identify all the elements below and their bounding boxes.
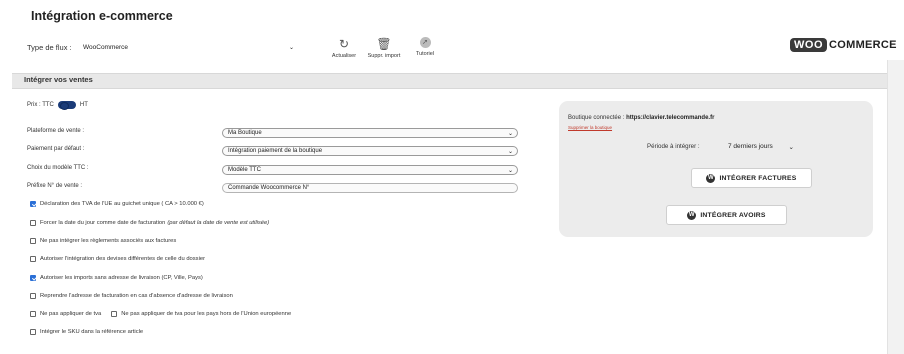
flux-type-value: WooCommerce [83, 43, 129, 51]
wordpress-icon: W [706, 173, 716, 183]
price-mode-toggle-row: Prix : TTC HT [27, 101, 88, 110]
integrate-invoices-button[interactable]: W INTÉGRER FACTURES [691, 168, 812, 188]
option-label: Intégrer le SKU dans la référence articl… [40, 329, 144, 335]
price-ht-label: HT [79, 102, 88, 108]
option-row[interactable]: Intégrer le SKU dans la référence articl… [30, 329, 143, 335]
checkbox[interactable] [30, 238, 36, 244]
option-label: Reprendre l'adresse de facturation en ca… [40, 293, 233, 299]
model-value: Modèle TTC [228, 167, 261, 173]
price-mode-toggle[interactable] [57, 101, 76, 110]
period-label: Période à intégrer : [647, 143, 700, 150]
option-note: (par défaut la date de vente est utilisé… [167, 220, 270, 226]
connected-shop-url: https://clavier.telecommande.fr [626, 115, 715, 121]
checkbox[interactable] [30, 293, 36, 299]
tutorial-label: Tutoriel [415, 51, 435, 57]
checkbox[interactable] [30, 256, 36, 262]
section-header: Intégrer vos ventes [12, 73, 887, 89]
shop-panel: Boutique connectée : https://clavier.tel… [559, 101, 873, 237]
platform-label: Plateforme de vente : [27, 128, 85, 134]
chevron-down-icon: ⌄ [507, 167, 513, 174]
woocommerce-logo: WOO COMMERCE [790, 38, 897, 52]
price-ttc-label: Prix : TTC [27, 102, 54, 108]
refresh-button[interactable]: ↻ Actualiser [328, 37, 360, 59]
scrollbar-track[interactable] [887, 60, 904, 354]
woo-logo-mark: WOO [790, 38, 827, 52]
model-select[interactable]: Modèle TTC ⌄ [222, 165, 518, 175]
model-label: Choix du modèle TTC : [27, 165, 89, 171]
section-title: Intégrer vos ventes [24, 75, 93, 84]
checkbox-checked[interactable] [30, 275, 36, 281]
option-label: Autoriser l'intégration des devises diff… [40, 256, 206, 262]
option-row[interactable]: Autoriser l'intégration des devises diff… [30, 256, 205, 262]
integrate-credits-label: INTÉGRER AVOIRS [700, 211, 766, 219]
option-row[interactable]: Ne pas appliquer de tva Ne pas appliquer… [30, 311, 291, 317]
tutorial-button[interactable]: ➚ Tutoriel [410, 37, 440, 57]
option-label: Ne pas appliquer de tva pour les pays ho… [121, 311, 292, 317]
option-row[interactable]: Forcer la date du jour comme date de fac… [30, 220, 269, 226]
platform-select[interactable]: Ma Boutique ⌄ [222, 128, 518, 138]
option-row[interactable]: Autoriser les imports sans adresse de li… [30, 275, 203, 281]
option-label: Ne pas intégrer les règlements associés … [40, 238, 177, 244]
checkbox[interactable] [30, 220, 36, 226]
option-row[interactable]: Déclaration des TVA de l'UE au guichet u… [30, 201, 204, 207]
connected-shop-label: Boutique connectée : [568, 115, 625, 121]
delete-import-label: Suppr. import [367, 53, 401, 59]
chevron-down-icon: ⌄ [507, 130, 513, 137]
integrate-invoices-label: INTÉGRER FACTURES [719, 174, 797, 182]
remove-shop-link[interactable]: Supprimer la boutique [568, 125, 612, 130]
platform-value: Ma Boutique [228, 130, 262, 136]
option-label: Forcer la date du jour comme date de fac… [40, 220, 166, 226]
prefix-input[interactable]: Commande Woocommerce N° [222, 183, 518, 193]
option-label: Déclaration des TVA de l'UE au guichet u… [40, 201, 204, 207]
woo-logo-text: COMMERCE [829, 39, 897, 51]
refresh-icon: ↻ [338, 37, 350, 51]
option-label: Ne pas appliquer de tva [40, 311, 102, 317]
checkbox-checked[interactable] [30, 201, 36, 207]
prefix-label: Préfixe N° de vente : [27, 183, 83, 189]
wordpress-icon: W [687, 210, 697, 220]
payment-label: Paiement par défaut : [27, 146, 85, 152]
flux-type-label: Type de flux : [27, 43, 72, 52]
checkbox[interactable] [111, 311, 118, 317]
delete-import-button[interactable]: 🗑 Suppr. import [363, 37, 405, 59]
payment-select[interactable]: Intégration paiement de la boutique ⌄ [222, 146, 518, 156]
trash-icon: 🗑 [376, 37, 392, 51]
checkbox[interactable] [30, 311, 36, 317]
option-label: Autoriser les imports sans adresse de li… [40, 275, 203, 281]
compass-icon: ➚ [419, 37, 431, 48]
checkbox[interactable] [30, 329, 36, 335]
chevron-down-icon: ⌄ [507, 148, 513, 155]
connected-shop: Boutique connectée : https://clavier.tel… [568, 115, 714, 121]
integrate-credits-button[interactable]: W INTÉGRER AVOIRS [666, 205, 787, 225]
period-value: 7 derniers jours [728, 143, 773, 150]
chevron-down-icon: ⌄ [288, 44, 294, 51]
page-title: Intégration e-commerce [31, 9, 173, 23]
flux-type-select[interactable]: WooCommerce ⌄ [81, 40, 296, 54]
option-row[interactable]: Reprendre l'adresse de facturation en ca… [30, 293, 233, 299]
refresh-label: Actualiser [331, 53, 357, 59]
chevron-down-icon: ⌄ [788, 143, 794, 151]
period-select[interactable]: 7 derniers jours ⌄ [725, 141, 797, 152]
option-row[interactable]: Ne pas intégrer les règlements associés … [30, 238, 176, 244]
payment-value: Intégration paiement de la boutique [228, 148, 323, 154]
